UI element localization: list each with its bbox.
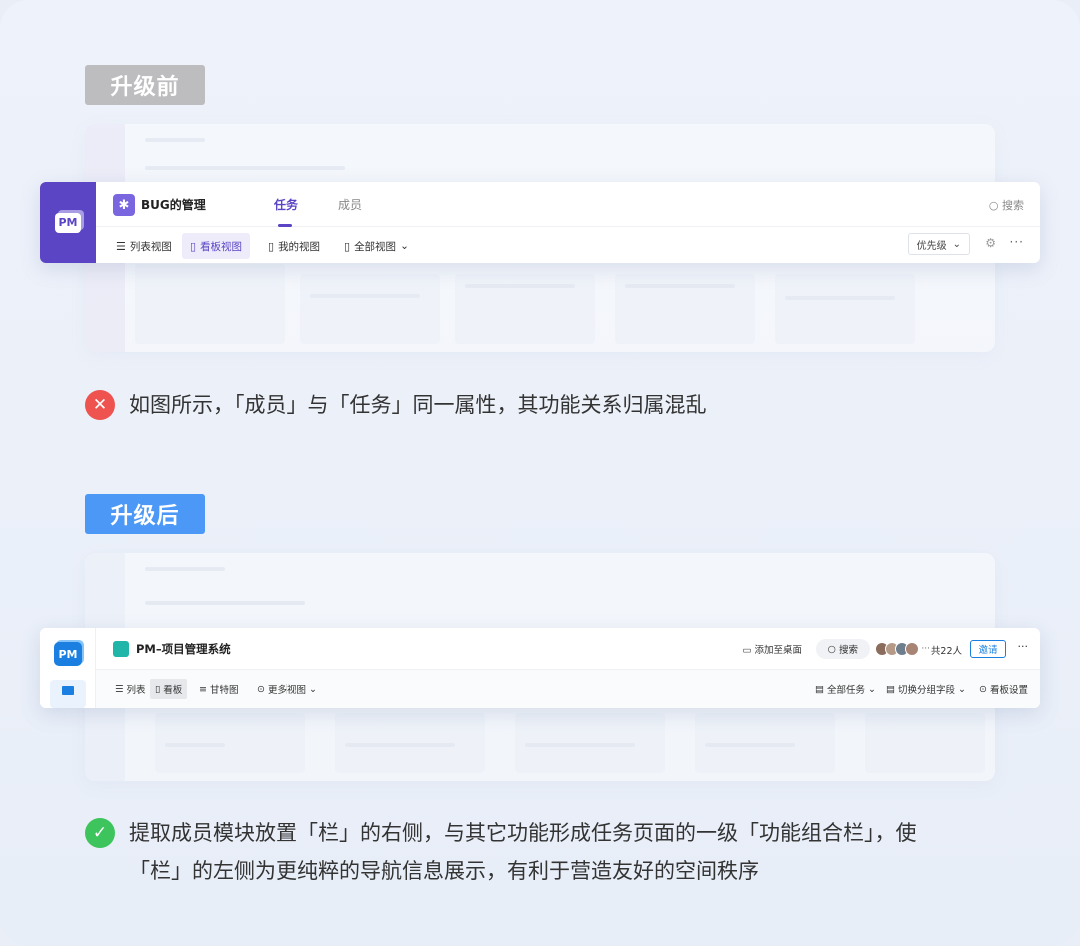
settings-icon: ⊙ — [979, 683, 987, 695]
gear-icon[interactable]: ⚙ — [985, 236, 996, 250]
all-views-icon: ▯ — [344, 239, 351, 253]
chevron-down-icon: ⌄ — [868, 683, 876, 695]
avatar — [905, 642, 920, 656]
page: 升级前 PM ✱ BUG的管理 任务 成员 ○ 搜索 ☰列表视图 ▯看板视图 — [0, 0, 1080, 946]
add-to-desktop-label: 添加至桌面 — [754, 645, 802, 656]
gantt-icon: ≡ — [199, 683, 207, 695]
check-icon: ✓ — [85, 818, 115, 848]
search-label: 搜索 — [1002, 199, 1024, 212]
kanban-settings[interactable]: ⊙ 看板设置 — [979, 679, 1028, 699]
pm-logo[interactable]: PM — [55, 212, 81, 233]
after-sidebar: PM — [40, 628, 96, 708]
more-icon[interactable]: ··· — [1018, 640, 1029, 653]
view-kanban[interactable]: ▯ 看板 — [150, 679, 188, 699]
invite-button[interactable]: 邀请 — [970, 640, 1006, 658]
before-title-row: ✱ BUG的管理 任务 成员 ○ 搜索 — [96, 182, 1040, 227]
search-icon: ○ — [827, 643, 836, 655]
view-label: 全部视图 — [354, 240, 397, 253]
desktop-icon — [62, 686, 74, 695]
tab-tasks[interactable]: 任务 — [274, 196, 298, 213]
search-label: 搜索 — [838, 645, 858, 656]
view-label: 看板 — [163, 685, 183, 696]
view-label: 我的视图 — [278, 240, 321, 253]
more-icon: ··· — [921, 644, 930, 654]
member-avatars[interactable]: ··· — [875, 639, 930, 659]
group-label: 切换分组字段 — [898, 685, 956, 696]
view-list[interactable]: ☰ 列表视图 — [108, 233, 180, 259]
view-list[interactable]: ☰ 列表 — [110, 679, 151, 699]
list-icon: ☰ — [116, 239, 126, 253]
view-kanban[interactable]: ▯ 看板视图 — [182, 233, 251, 259]
search-icon: ○ — [988, 199, 999, 212]
chevron-down-icon: ⌄ — [400, 240, 409, 252]
project-icon — [113, 641, 129, 657]
before-sidebar: PM — [40, 182, 96, 263]
view-gantt[interactable]: ≡ 甘特图 — [194, 679, 243, 699]
tab-members[interactable]: 成员 — [338, 196, 362, 213]
filter-icon: ▤ — [815, 683, 825, 695]
close-icon: ✕ — [85, 390, 115, 420]
kanban-icon: ▯ — [190, 239, 197, 253]
after-note-text: 提取成员模块放置「栏」的右侧，与其它功能形成任务页面的一级「功能组合栏」，使「栏… — [129, 821, 917, 883]
more-icon[interactable]: ··· — [1010, 235, 1024, 249]
more-icon: ⊙ — [257, 683, 265, 695]
view-label: 甘特图 — [209, 685, 239, 696]
filter-label: 全部任务 — [827, 685, 866, 696]
after-title-row: PM–项目管理系统 ▭ 添加至桌面 ○ 搜索 ··· 共22人 邀请 ··· — [96, 628, 1040, 670]
search-button[interactable]: ○ 搜索 — [989, 197, 1024, 213]
user-view-icon: ▯ — [268, 239, 275, 253]
member-count: 共22人 — [930, 646, 962, 657]
before-tag: 升级前 — [85, 65, 205, 105]
list-icon: ☰ — [115, 683, 124, 695]
before-view-row: ☰ 列表视图 ▯ 看板视图 ▯ 我的视图 ▯ 全部视图 ⌄ 优先级 ⌄ ⚙ ··· — [96, 227, 1040, 263]
kanban-icon: ▯ — [155, 683, 161, 695]
project-name: PM–项目管理系统 — [136, 642, 231, 656]
add-to-desktop-button[interactable]: ▭ 添加至桌面 — [742, 642, 802, 656]
view-label: 列表视图 — [129, 240, 172, 253]
after-view-row: ☰ 列表 ▯ 看板 ≡ 甘特图 ⊙ 更多视图 ⌄ ▤ 全部任务 ⌄ ▤ 切换分组字段 ⌄ ⊙ 看板设… — [96, 670, 1040, 708]
view-all[interactable]: ▯ 全部视图 ⌄ — [336, 233, 417, 259]
after-tag: 升级后 — [85, 494, 205, 534]
chevron-down-icon: ⌄ — [308, 683, 317, 695]
view-more[interactable]: ⊙ 更多视图 ⌄ — [252, 679, 322, 699]
view-label: 更多视图 — [267, 685, 306, 696]
view-label: 看板视图 — [200, 240, 243, 253]
group-field-switch[interactable]: ▤ 切换分组字段 ⌄ — [886, 679, 966, 699]
before-header-bar: PM ✱ BUG的管理 任务 成员 ○ 搜索 ☰ 列表视图 ▯ 看板视图 ▯ 我的视图… — [40, 182, 1040, 263]
view-label: 列表 — [126, 685, 146, 696]
pm-logo[interactable]: PM — [54, 642, 82, 666]
priority-label: 优先级 — [916, 240, 947, 252]
desktop-icon: ▭ — [742, 645, 752, 656]
chevron-down-icon: ⌄ — [952, 238, 961, 250]
search-button[interactable]: ○ 搜索 — [815, 639, 870, 659]
chevron-down-icon: ⌄ — [958, 683, 966, 695]
desktop-nav-item[interactable] — [50, 680, 86, 708]
group-icon: ▤ — [886, 683, 896, 695]
after-header-bar: PM PM–项目管理系统 ▭ 添加至桌面 ○ 搜索 ··· 共22人 邀请 ··… — [40, 628, 1040, 708]
all-tasks-filter[interactable]: ▤ 全部任务 ⌄ — [815, 679, 876, 699]
project-name: BUG的管理 — [141, 198, 206, 212]
bug-icon: ✱ — [113, 194, 135, 216]
settings-label: 看板设置 — [989, 685, 1028, 696]
before-note-text: 如图所示，「成员」与「任务」同一属性，其功能关系归属混乱 — [129, 393, 707, 417]
view-mine[interactable]: ▯ 我的视图 — [260, 233, 328, 259]
priority-select[interactable]: 优先级 ⌄ — [907, 233, 970, 255]
